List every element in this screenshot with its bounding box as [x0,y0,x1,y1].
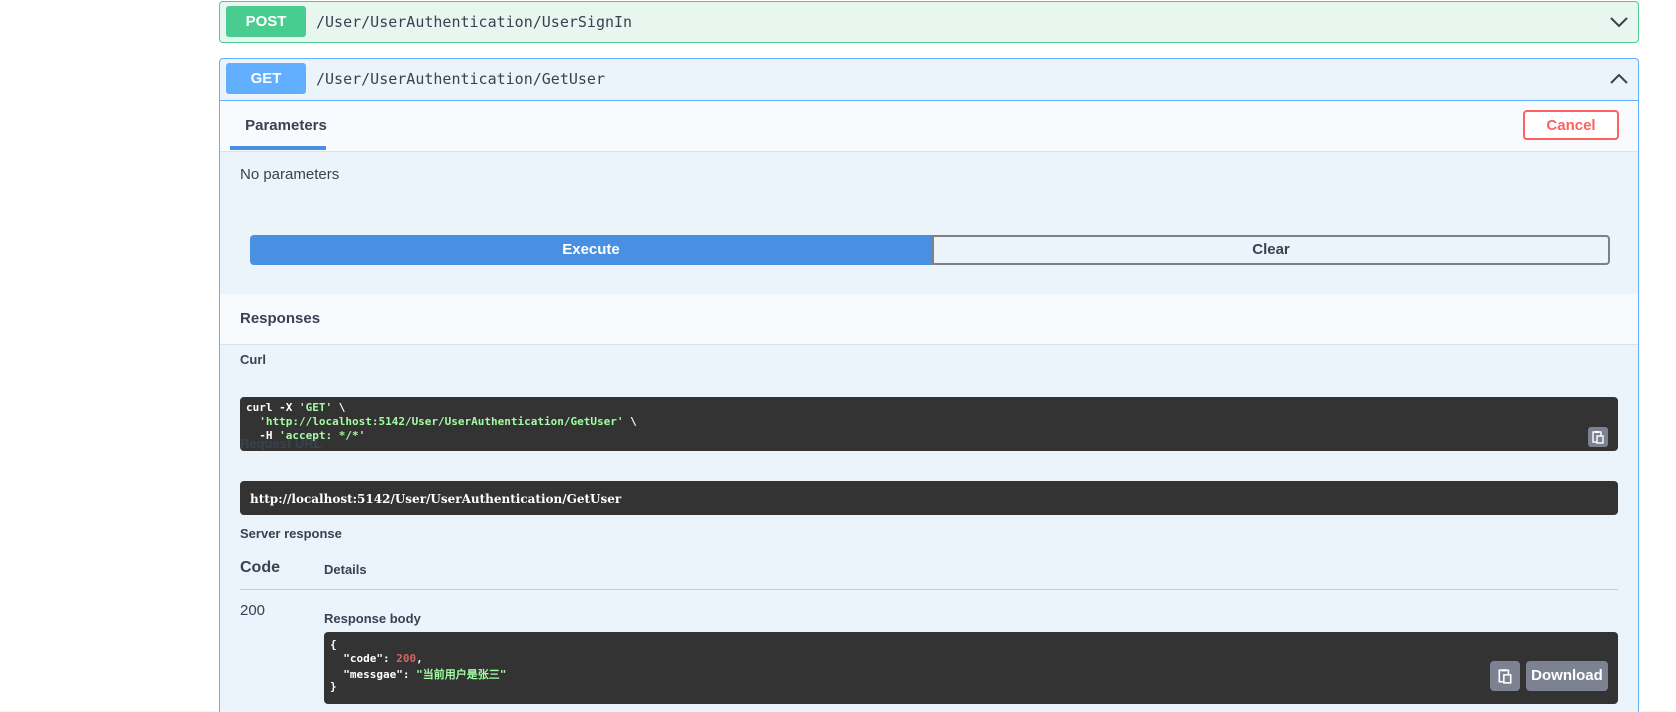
execute-button[interactable]: Execute [250,235,932,265]
clear-button[interactable]: Clear [932,235,1610,265]
operation-path: /User/UserAuthentication/UserSignIn [316,13,633,31]
body-line: { [330,638,337,651]
server-response-label: Server response [240,526,342,541]
parameters-header: Parameters Cancel [220,100,1638,152]
method-badge-post: POST [226,6,306,37]
json-number: 200 [396,652,417,665]
copy-icon[interactable] [1588,427,1608,447]
curl-text: curl -X [246,401,299,414]
curl-label: Curl [240,352,266,367]
json-key: "code": [330,652,397,665]
operation-post-usersignin: POST /User/UserAuthentication/UserSignIn [219,1,1639,43]
curl-line-1: curl -X 'GET' \ [246,401,345,414]
clipboard-icon [1498,669,1512,684]
curl-string: 'http://localhost:5142/User/UserAuthenti… [246,415,624,428]
tab-active-indicator [230,146,326,150]
json-string: "当前用户是张三" [416,668,507,681]
chevron-down-icon[interactable] [1608,12,1630,32]
request-url-label: Request URL [240,436,322,451]
clipboard-icon [1592,431,1604,444]
method-badge-get: GET [226,63,306,94]
table-divider [240,589,1618,590]
curl-text: \ [332,401,346,414]
body-line: "code": 200, [330,652,423,665]
responses-header: Responses [220,294,1638,345]
responses-title: Responses [240,310,321,327]
no-parameters-text: No parameters [240,166,340,183]
operation-path: /User/UserAuthentication/GetUser [316,70,605,88]
code-column-header: Code [240,559,280,576]
curl-text: \ [623,415,637,428]
swagger-content: POST /User/UserAuthentication/UserSignIn… [0,0,1676,712]
download-button[interactable]: Download [1526,661,1608,691]
details-column-header: Details [324,562,367,577]
copy-icon[interactable] [1490,661,1520,691]
tab-parameters[interactable]: Parameters [240,101,332,151]
operation-summary[interactable]: GET /User/UserAuthentication/GetUser [220,59,1638,99]
chevron-up-icon[interactable] [1608,69,1630,89]
body-line: } [330,680,337,693]
operation-get-getuser: GET /User/UserAuthentication/GetUser Par… [219,58,1639,712]
json-key: "messgae": [330,668,417,681]
curl-line-2: 'http://localhost:5142/User/UserAuthenti… [246,415,637,428]
request-url-text: http://localhost:5142/User/UserAuthentic… [250,492,622,506]
response-body-label: Response body [324,611,421,626]
request-url-block[interactable]: http://localhost:5142/User/UserAuthentic… [240,481,1618,515]
body-line: "messgae": "当前用户是张三" [330,666,506,682]
response-body-block[interactable]: { "code": 200, "messgae": "当前用户是张三" } Do… [324,632,1618,704]
execute-wrapper: Execute Clear [250,235,1610,265]
json-punct: , [416,652,423,665]
response-status-code: 200 [240,602,266,619]
cancel-button[interactable]: Cancel [1523,110,1619,140]
curl-command-block[interactable]: curl -X 'GET' \ 'http://localhost:5142/U… [240,397,1618,451]
operation-summary[interactable]: POST /User/UserAuthentication/UserSignIn [220,2,1638,42]
curl-string: 'GET' [298,401,333,414]
